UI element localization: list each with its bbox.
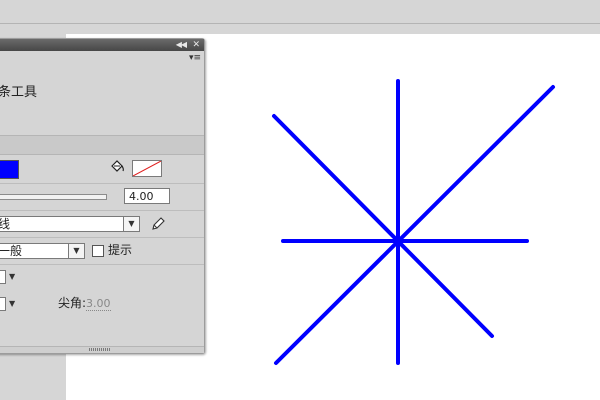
pencil-icon[interactable] <box>150 216 166 232</box>
stroke-size-input[interactable]: 4.00 <box>124 188 170 204</box>
fill-color-swatch[interactable] <box>132 160 162 177</box>
panel-menu-icon[interactable]: ▾≡ <box>189 53 201 63</box>
divider <box>0 264 204 265</box>
stroke-style-value: 线 <box>0 217 11 231</box>
divider <box>0 183 204 184</box>
collapse-icon[interactable]: ◀◀ <box>176 39 187 51</box>
close-icon[interactable]: ✕ <box>192 39 200 51</box>
panel-resize-grip[interactable] <box>0 346 204 353</box>
paint-bucket-icon <box>111 160 124 172</box>
tool-name-label: 条工具 <box>0 85 38 100</box>
divider <box>0 237 204 238</box>
stroke-size-slider[interactable] <box>0 194 107 200</box>
divider <box>0 210 204 211</box>
hint-label: 提示 <box>108 243 133 257</box>
star-line-diagonal-down <box>272 114 494 338</box>
dropdown-arrow-icon[interactable]: ▼ <box>123 217 139 231</box>
stroke-style-select[interactable]: 线 ▼ <box>0 216 140 232</box>
panel-title-bar[interactable]: ◀◀ ✕ <box>0 39 204 51</box>
dropdown-arrow-icon[interactable]: ▼ <box>9 297 15 311</box>
grip-dots <box>88 348 111 351</box>
dropdown-arrow-icon[interactable]: ▼ <box>68 244 84 258</box>
miter-value[interactable]: 3.00 <box>86 297 111 311</box>
stroke-color-swatch[interactable] <box>0 160 19 179</box>
properties-panel: ◀◀ ✕ ▾≡ 条工具 4.00 线 ▼ 一般 ▼ 提示 ▼ ▼ 尖角:3.00 <box>0 38 205 354</box>
star-line-diagonal-up <box>274 85 555 365</box>
dropdown-arrow-icon[interactable]: ▼ <box>9 270 15 284</box>
cap-select[interactable] <box>0 270 6 284</box>
miter-field[interactable]: 尖角:3.00 <box>58 295 111 312</box>
scale-value: 一般 <box>0 244 23 258</box>
section-header-fill-stroke[interactable] <box>0 135 204 155</box>
miter-label: 尖角: <box>58 296 87 310</box>
join-select[interactable] <box>0 297 6 311</box>
scale-select[interactable]: 一般 ▼ <box>0 243 85 259</box>
hint-checkbox[interactable] <box>92 245 104 257</box>
